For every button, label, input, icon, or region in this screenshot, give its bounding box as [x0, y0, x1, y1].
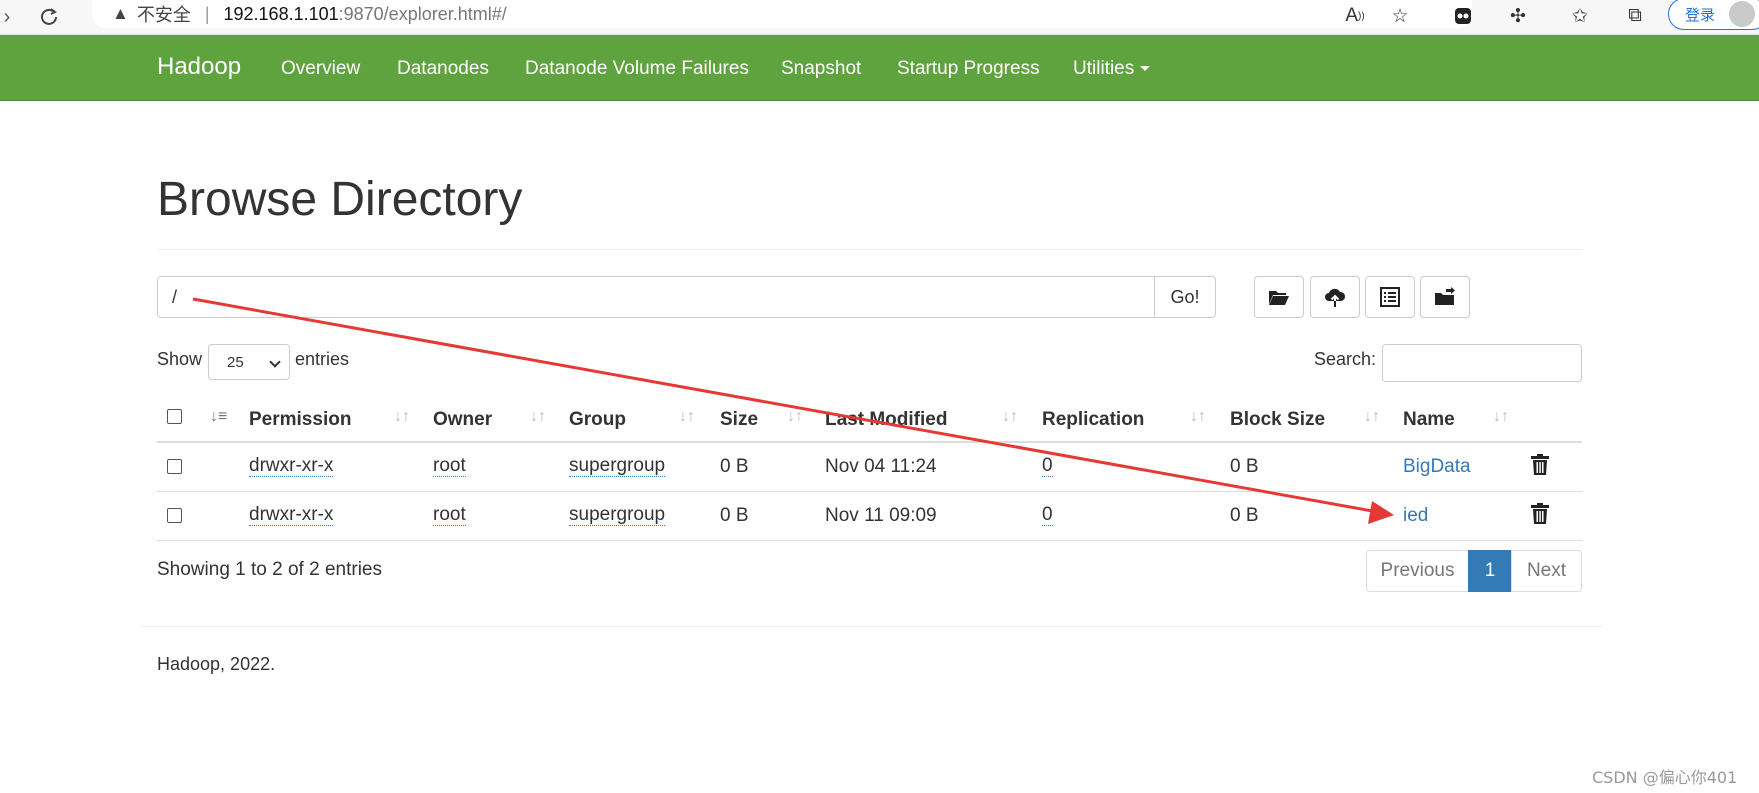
- cell-block-size: 0 B: [1230, 456, 1259, 477]
- avatar: [1729, 1, 1755, 27]
- nav-utilities[interactable]: Utilities: [1073, 58, 1151, 80]
- nav-overview[interactable]: Overview: [281, 58, 360, 80]
- navbar-brand[interactable]: Hadoop: [157, 53, 241, 81]
- row-checkbox[interactable]: [167, 508, 182, 523]
- favorite-add-icon[interactable]: ☆: [1385, 2, 1415, 30]
- extension-icon[interactable]: [1448, 2, 1478, 30]
- sort-icon[interactable]: ↓↑: [1364, 408, 1380, 426]
- cell-permission[interactable]: drwxr-xr-x: [249, 456, 334, 477]
- cell-last-modified: Nov 11 09:09: [825, 505, 937, 526]
- sort-icon[interactable]: ↓↑: [1002, 408, 1018, 426]
- cell-size: 0 B: [720, 505, 749, 526]
- cell-group[interactable]: supergroup: [569, 456, 666, 477]
- trash-icon[interactable]: [1531, 454, 1551, 476]
- watermark: CSDN @偏心你401: [1592, 768, 1738, 787]
- pagination-next[interactable]: Next: [1511, 550, 1582, 592]
- address-bar[interactable]: ▲ 不安全 | 192.168.1.101:9870/explorer.html…: [92, 0, 1472, 28]
- pagination-page-1[interactable]: 1: [1468, 550, 1512, 592]
- security-label: 不安全: [136, 5, 191, 25]
- select-all-checkbox[interactable]: [167, 409, 182, 424]
- url-path: :9870/explorer.html#/: [338, 3, 507, 24]
- footer-divider: [140, 626, 1602, 627]
- header-group[interactable]: Group: [569, 409, 626, 431]
- header-size[interactable]: Size: [720, 409, 758, 431]
- cell-name-link[interactable]: ied: [1403, 505, 1428, 527]
- header-permission[interactable]: Permission: [249, 409, 351, 431]
- favorites-icon[interactable]: ✩: [1565, 2, 1595, 30]
- caret-down-icon: [1140, 66, 1151, 72]
- sort-desc-icon[interactable]: ↓≡: [210, 408, 227, 426]
- browser-toolbar: › ▲ 不安全 | 192.168.1.101:9870/explorer.ht…: [0, 0, 1759, 35]
- entries-select-value: 25: [227, 353, 244, 371]
- page-title: Browse Directory: [157, 173, 523, 226]
- row-checkbox[interactable]: [167, 459, 182, 474]
- cell-permission[interactable]: drwxr-xr-x: [249, 505, 334, 526]
- cell-replication[interactable]: 0: [1042, 456, 1053, 477]
- address-separator: |: [204, 3, 210, 24]
- entries-label: entries: [295, 349, 350, 369]
- header-replication[interactable]: Replication: [1042, 409, 1144, 431]
- paste-button[interactable]: [1420, 276, 1470, 318]
- cell-owner[interactable]: root: [433, 456, 466, 477]
- cloud-upload-icon: [1325, 288, 1346, 307]
- cut-paste-button[interactable]: [1365, 276, 1415, 318]
- table-row: drwxr-xr-x root supergroup 0 B Nov 11 09…: [157, 492, 1582, 541]
- cell-group[interactable]: supergroup: [569, 505, 666, 526]
- search-label: Search:: [1314, 349, 1377, 369]
- sort-icon[interactable]: ↓↑: [787, 408, 803, 426]
- search-input[interactable]: [1382, 344, 1582, 382]
- back-icon[interactable]: ›: [0, 4, 20, 30]
- title-divider: [157, 249, 1582, 250]
- cell-owner[interactable]: root: [433, 505, 466, 526]
- hadoop-navbar: Hadoop Overview Datanodes Datanode Volum…: [0, 35, 1759, 101]
- footer-text: Hadoop, 2022.: [157, 654, 276, 674]
- trash-icon[interactable]: [1531, 503, 1551, 525]
- nav-startup-progress[interactable]: Startup Progress: [897, 58, 1040, 80]
- login-label: 登录: [1685, 6, 1716, 24]
- cell-name-link[interactable]: BigData: [1403, 456, 1471, 478]
- cell-replication[interactable]: 0: [1042, 505, 1053, 526]
- create-directory-button[interactable]: [1254, 276, 1304, 318]
- url-host: 192.168.1.101: [223, 3, 339, 24]
- cell-block-size: 0 B: [1230, 505, 1259, 526]
- reload-icon[interactable]: [36, 4, 62, 30]
- cell-last-modified: Nov 04 11:24: [825, 456, 937, 477]
- login-button[interactable]: 登录: [1668, 0, 1759, 30]
- header-block-size[interactable]: Block Size: [1230, 409, 1325, 431]
- read-aloud-icon[interactable]: A)): [1340, 2, 1370, 30]
- sort-icon[interactable]: ↓↑: [530, 408, 546, 426]
- table-info: Showing 1 to 2 of 2 entries: [157, 559, 382, 580]
- path-input[interactable]: [157, 276, 1155, 318]
- puzzle-icon[interactable]: ✣: [1503, 2, 1533, 30]
- table-row: drwxr-xr-x root supergroup 0 B Nov 04 11…: [157, 443, 1582, 492]
- collections-icon[interactable]: ⧉: [1620, 2, 1650, 30]
- nav-datanode-volume-failures[interactable]: Datanode Volume Failures: [525, 58, 749, 80]
- warning-icon: ▲: [112, 4, 129, 23]
- sort-icon[interactable]: ↓↑: [679, 408, 695, 426]
- chevron-down-icon: [269, 356, 281, 368]
- header-name[interactable]: Name: [1403, 409, 1455, 431]
- nav-utilities-label: Utilities: [1073, 58, 1135, 79]
- table-header: ↓≡ Permission ↓↑ Owner ↓↑ Group ↓↑ Size …: [157, 400, 1582, 443]
- cell-size: 0 B: [720, 456, 749, 477]
- nav-datanodes[interactable]: Datanodes: [397, 58, 489, 80]
- entries-select[interactable]: 25: [208, 344, 290, 380]
- nav-snapshot[interactable]: Snapshot: [781, 58, 861, 80]
- folder-open-icon: [1269, 291, 1289, 305]
- go-button[interactable]: Go!: [1154, 276, 1216, 318]
- list-alt-icon: [1380, 287, 1400, 307]
- sort-icon[interactable]: ↓↑: [1493, 408, 1509, 426]
- header-owner[interactable]: Owner: [433, 409, 492, 431]
- sort-icon[interactable]: ↓↑: [1190, 408, 1206, 426]
- folder-move-icon: [1435, 287, 1455, 305]
- header-last-modified[interactable]: Last Modified: [825, 409, 947, 431]
- show-label: Show: [157, 349, 203, 369]
- sort-icon[interactable]: ↓↑: [394, 408, 410, 426]
- pagination-previous[interactable]: Previous: [1366, 550, 1469, 592]
- upload-button[interactable]: [1310, 276, 1360, 318]
